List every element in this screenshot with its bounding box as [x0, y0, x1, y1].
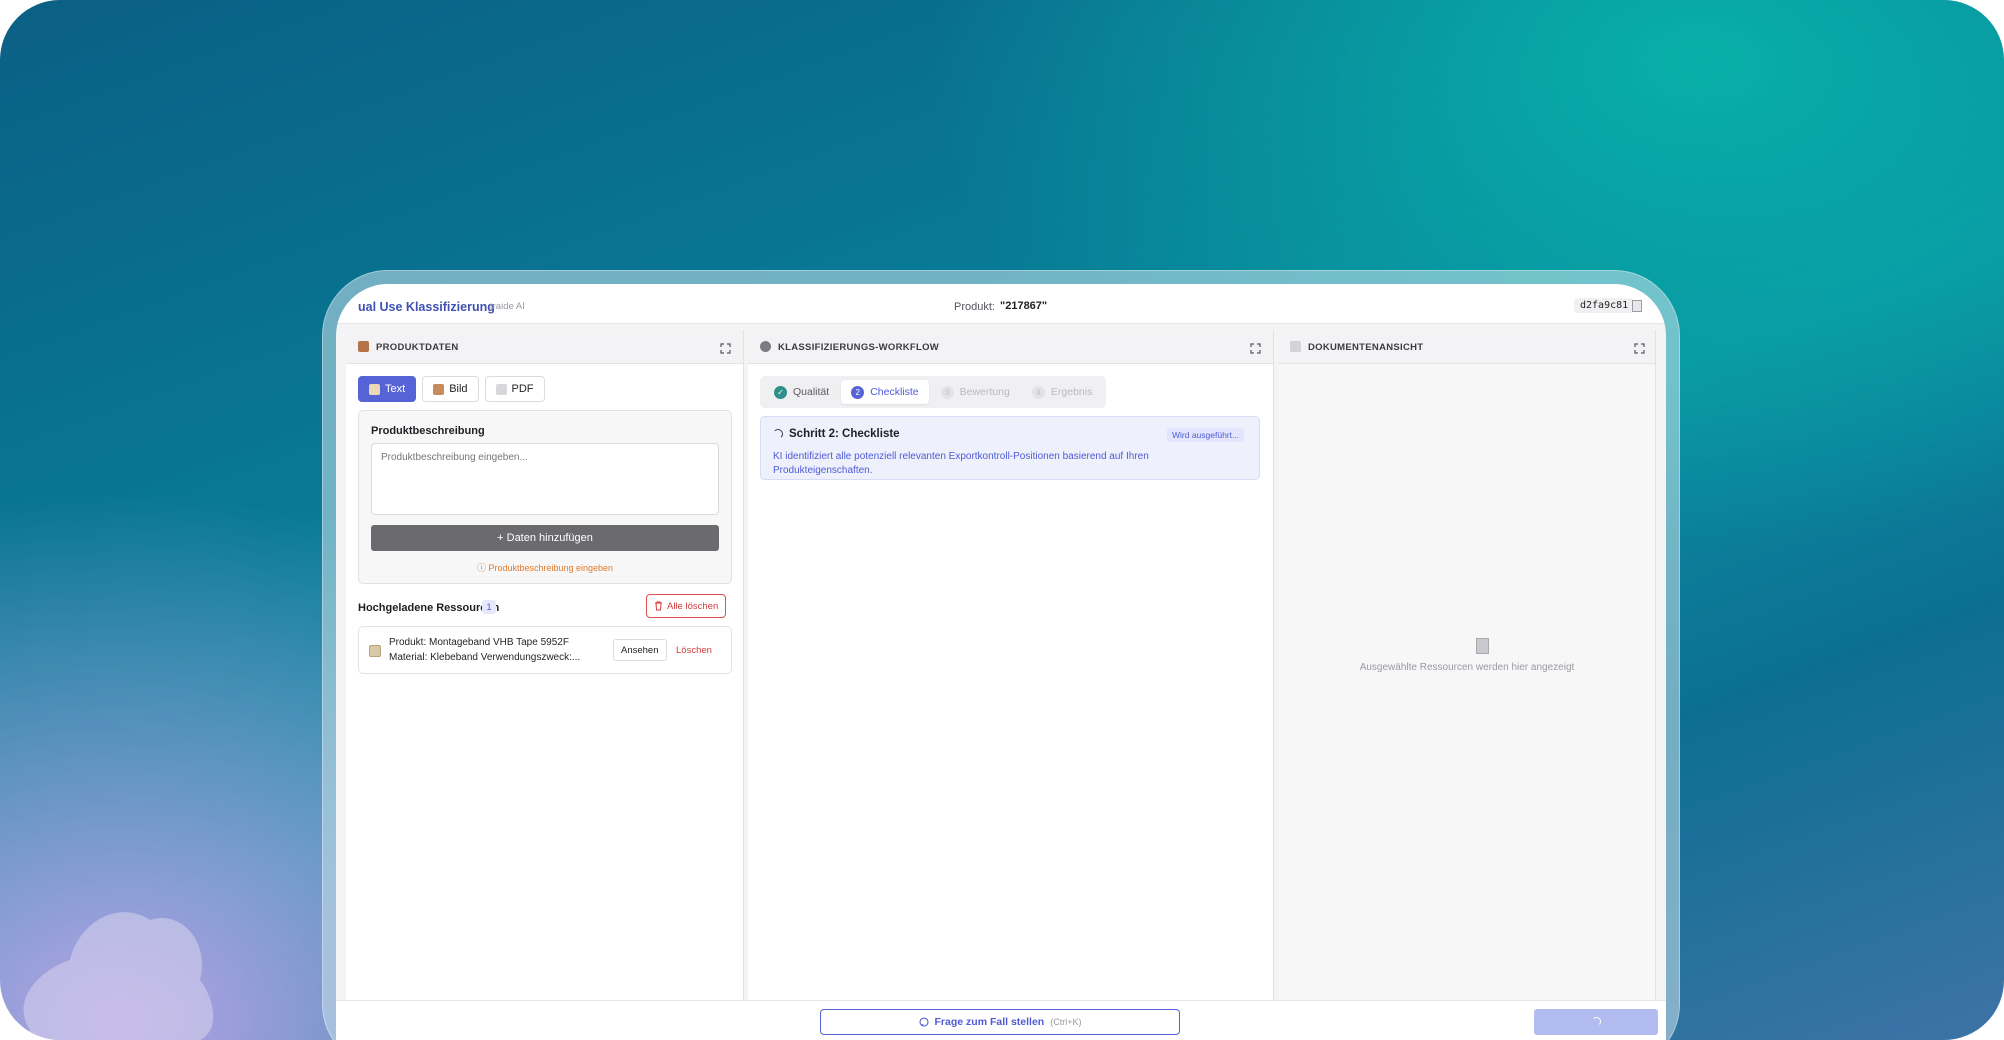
tab-label: PDF [511, 383, 534, 395]
tab-label: Text [385, 383, 406, 395]
gear-icon [760, 341, 771, 352]
current-step-card: Schritt 2: Checkliste Wird ausgeführt...… [760, 416, 1260, 480]
step-assessment[interactable]: 3 Bewertung [931, 380, 1020, 404]
resource-title: Produkt: Montageband VHB Tape 5952F [389, 637, 569, 648]
step-checklist[interactable]: 2 Checkliste [841, 380, 929, 404]
app-subtitle: traide AI [490, 301, 525, 312]
image-icon [433, 383, 445, 395]
pdf-icon [495, 383, 507, 395]
step-label: Qualität [793, 386, 830, 398]
product-label: Produkt: [954, 301, 995, 313]
step-label: Bewertung [959, 386, 1010, 398]
step-title: Schritt 2: Checkliste [789, 428, 900, 440]
check-icon: ✓ [774, 385, 787, 399]
loading-spinner-icon [773, 429, 783, 439]
panel-title: KLASSIFIZIERUNGS-WORKFLOW [778, 342, 940, 353]
app-window: ual Use Klassifizierung traide AI Produk… [336, 284, 1666, 1040]
package-icon [369, 645, 381, 657]
workflow-panel: KLASSIFIZIERUNGS-WORKFLOW ✓ Qualität 2 C… [748, 330, 1274, 1000]
validation-hint: ⓘ Produktbeschreibung eingeben [476, 563, 614, 573]
submit-button[interactable] [1534, 1009, 1658, 1035]
document-view-panel: DOKUMENTENANSICHT Ausgewählte Ressourcen… [1278, 330, 1656, 1000]
background-photo [20, 912, 214, 1040]
trash-icon [655, 601, 662, 611]
step-result[interactable]: 4 Ergebnis [1022, 380, 1102, 404]
document-icon[interactable] [1632, 300, 1642, 312]
clear-all-button[interactable]: Alle löschen [646, 594, 727, 618]
empty-document-icon [1476, 638, 1489, 654]
resources-title: Hochgeladene Ressourcen [358, 602, 500, 614]
box-icon [358, 341, 369, 352]
shortcut-hint: (Ctrl+K) [1050, 1017, 1082, 1027]
add-data-button[interactable]: + Daten hinzufügen [371, 525, 719, 551]
text-icon [369, 383, 380, 395]
panel-header: KLASSIFIZIERUNGS-WORKFLOW [748, 330, 1273, 364]
top-bar: ual Use Klassifizierung traide AI Produk… [336, 284, 1666, 324]
step-label: Ergebnis [1050, 386, 1093, 398]
app-title: ual Use Klassifizierung [358, 300, 495, 314]
view-button[interactable]: Ansehen [613, 639, 667, 661]
resources-count-badge: 1 [482, 600, 496, 614]
tab-label: Bild [449, 383, 468, 395]
clear-all-label: Alle löschen [667, 600, 719, 612]
loading-spinner-icon [1592, 1017, 1601, 1026]
input-type-tabs: Text Bild PDF [358, 376, 545, 402]
description-box: Produktbeschreibung + Daten hinzufügen ⓘ… [358, 410, 732, 584]
step-number: 3 [940, 385, 954, 399]
empty-state-text: Ausgewählte Ressourcen werden hier angez… [1359, 662, 1575, 673]
expand-icon[interactable] [1250, 341, 1261, 354]
session-id-badge[interactable]: d2fa9c81 [1574, 298, 1635, 313]
step-number: 2 [851, 385, 865, 399]
bottom-bar: Frage zum Fall stellen (Ctrl+K) [336, 1000, 1666, 1040]
description-label: Produktbeschreibung [371, 425, 485, 437]
panel-title: DOKUMENTENANSICHT [1308, 342, 1424, 353]
expand-icon[interactable] [720, 341, 731, 354]
tab-image[interactable]: Bild [422, 376, 479, 402]
delete-button[interactable]: Löschen [669, 639, 719, 661]
chat-icon [918, 1017, 929, 1027]
resource-item: Produkt: Montageband VHB Tape 5952F Mate… [358, 626, 732, 674]
document-icon [1290, 341, 1301, 352]
resource-detail: Material: Klebeband Verwendungszweck:... [389, 652, 581, 663]
ask-question-button[interactable]: Frage zum Fall stellen (Ctrl+K) [820, 1009, 1180, 1035]
tab-text[interactable]: Text [358, 376, 417, 402]
step-description: KI identifiziert alle potenziell relevan… [773, 451, 1149, 476]
product-id: "217867" [1000, 300, 1048, 312]
workflow-steps: ✓ Qualität 2 Checkliste 3 Bewertung 4 Er… [760, 376, 1107, 408]
step-number: 4 [1031, 385, 1045, 399]
step-quality[interactable]: ✓ Qualität [764, 380, 839, 404]
product-data-panel: PRODUKTDATEN Text Bild PDF Produktbeschr… [346, 330, 744, 1000]
panel-header: DOKUMENTENANSICHT [1278, 330, 1655, 364]
expand-icon[interactable] [1634, 341, 1645, 354]
panel-title: PRODUKTDATEN [376, 342, 459, 353]
ask-label: Frage zum Fall stellen [934, 1016, 1045, 1028]
status-badge: Wird ausgeführt... [1167, 428, 1245, 442]
panel-header: PRODUKTDATEN [346, 330, 743, 364]
step-label: Checkliste [870, 386, 919, 398]
description-input[interactable] [371, 443, 719, 515]
tab-pdf[interactable]: PDF [484, 376, 545, 402]
